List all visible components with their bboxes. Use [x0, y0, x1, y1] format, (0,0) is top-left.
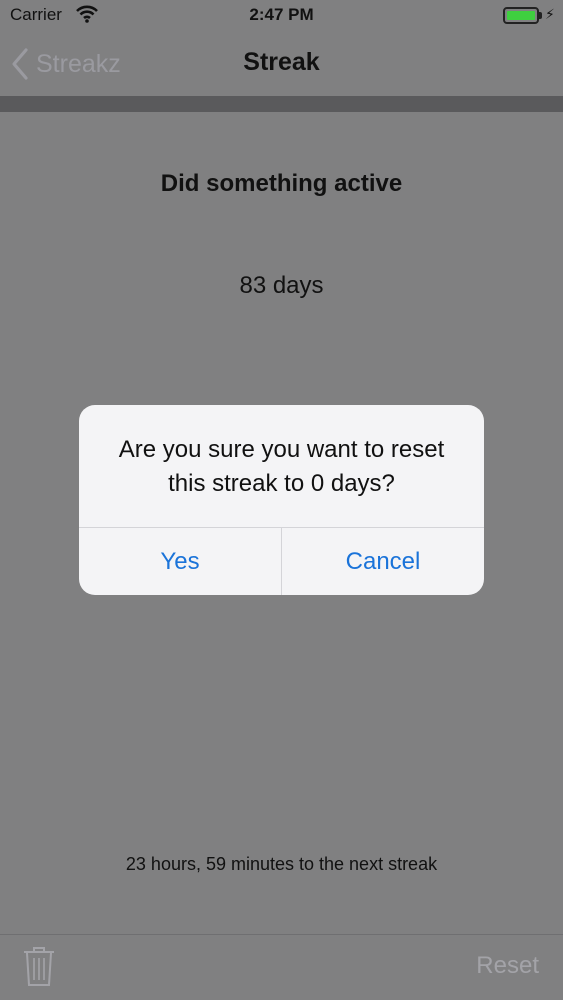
yes-button[interactable]: Yes: [79, 528, 281, 595]
battery-icon: [503, 7, 539, 24]
toolbar-divider: [0, 934, 563, 935]
trash-icon: [24, 947, 54, 986]
reset-button[interactable]: Reset: [476, 952, 539, 980]
streak-count: 83 days: [239, 272, 324, 299]
next-streak-countdown: 23 hours, 59 minutes to the next streak: [125, 854, 438, 874]
charging-bolt-icon: ⚡: [545, 6, 555, 22]
streak-name: Did something active: [160, 170, 403, 197]
nav-divider: [0, 96, 563, 112]
status-time: 2:47 PM: [249, 5, 314, 24]
status-bar: Carrier 2:47 PM ⚡: [0, 0, 563, 32]
navigation-bar: Streakz Streak: [0, 32, 563, 96]
battery-tip: [539, 12, 542, 19]
page-title: Streak: [243, 48, 320, 76]
delete-button[interactable]: [22, 944, 56, 988]
cancel-button[interactable]: Cancel: [282, 528, 484, 595]
alert-message: Are you sure you want to reset this stre…: [118, 436, 445, 497]
reset-confirmation-alert: Are you sure you want to reset this stre…: [79, 405, 484, 595]
